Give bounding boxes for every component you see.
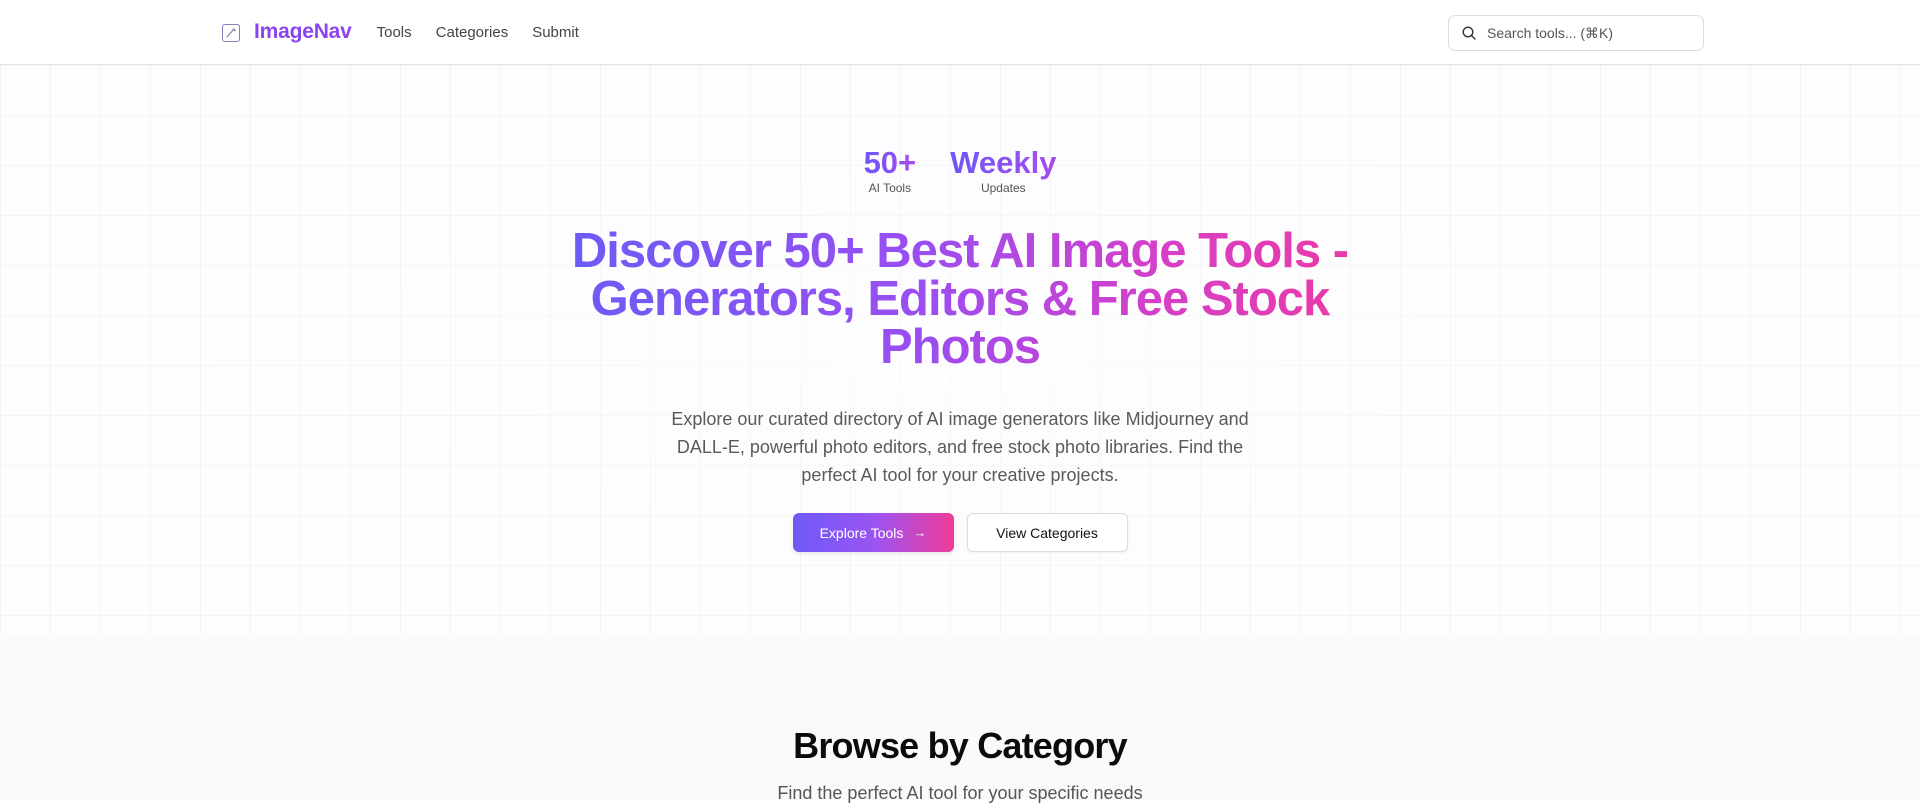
header-inner: ImageNav Tools Categories Submit	[222, 0, 1704, 64]
arrow-right-icon: →	[913, 525, 927, 540]
explore-tools-button[interactable]: Explore Tools →	[792, 513, 954, 552]
search-icon	[1462, 26, 1476, 40]
site-header: ImageNav Tools Categories Submit	[0, 0, 1920, 65]
stat-label: Updates	[980, 181, 1026, 195]
search-box[interactable]	[1448, 15, 1704, 51]
main-nav: Tools Categories Submit	[377, 24, 603, 41]
stat-value: 50+	[863, 145, 917, 180]
hero-buttons: Explore Tools → View Categories	[0, 513, 1920, 552]
stat-value: Weekly	[950, 145, 1057, 180]
brand-name: ImageNav	[254, 20, 352, 43]
explore-tools-label: Explore Tools	[819, 524, 904, 541]
stat-label: AI Tools	[868, 181, 912, 195]
stat-tools: 50+ AI Tools	[864, 145, 917, 195]
browse-title: Browse by Category	[793, 725, 1128, 766]
brand-logo-link[interactable]: ImageNav	[222, 20, 352, 44]
stat-updates: Weekly Updates	[950, 145, 1056, 195]
hero-title: Discover 50+ Best AI Image Tools - Gener…	[560, 227, 1360, 372]
hero-stats: 50+ AI Tools Weekly Updates	[0, 145, 1920, 195]
nav-link-submit[interactable]: Submit	[532, 24, 579, 41]
browse-section: Browse by Category Find the perfect AI t…	[0, 635, 1920, 803]
hero-section: 50+ AI Tools Weekly Updates Discover 50+…	[0, 65, 1920, 635]
hero-description: Explore our curated directory of AI imag…	[671, 409, 1249, 485]
image-icon	[222, 23, 240, 42]
nav-link-tools[interactable]: Tools	[377, 24, 412, 41]
search-input[interactable]	[1487, 25, 1687, 41]
view-categories-button[interactable]: View Categories	[966, 513, 1128, 552]
browse-subtitle: Find the perfect AI tool for your specif…	[777, 783, 1143, 803]
nav-link-categories[interactable]: Categories	[436, 24, 509, 41]
